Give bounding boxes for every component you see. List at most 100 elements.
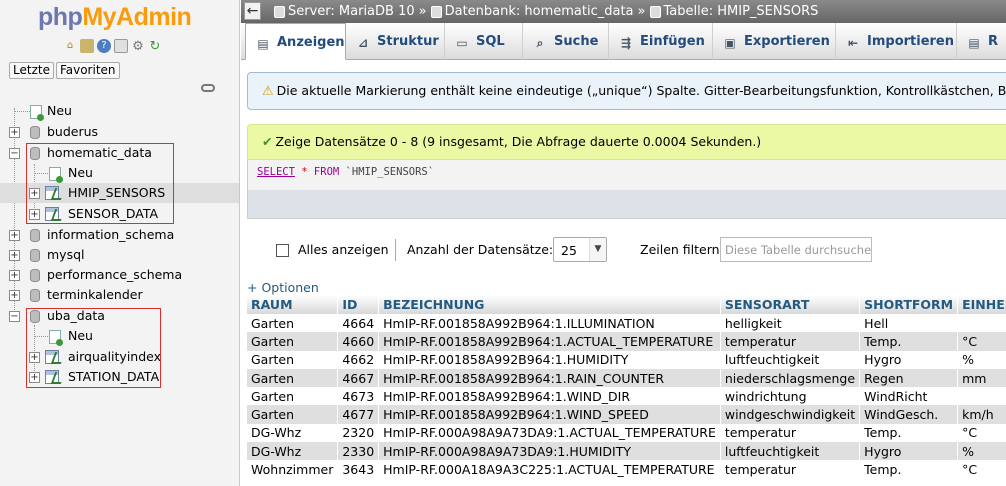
cell-einheit[interactable]: %: [957, 442, 1006, 461]
cell-einheit[interactable]: mm: [957, 368, 1006, 388]
cell-sensorart[interactable]: luftfeuchtigkeit: [720, 350, 861, 369]
cell-sensorart[interactable]: helligkeit: [720, 314, 861, 333]
cell-shortform[interactable]: Temp.: [859, 423, 959, 443]
tree-item-performance-schema[interactable]: + performance_schema: [0, 265, 239, 285]
home-icon[interactable]: ⌂: [63, 39, 77, 53]
cell-einheit[interactable]: °C: [957, 332, 1006, 351]
expand-icon[interactable]: +: [9, 250, 20, 261]
cell-sensorart[interactable]: windrichtung: [720, 387, 861, 406]
cell-shortform[interactable]: Hell: [859, 314, 959, 333]
column-header-shortform[interactable]: SHORTFORM: [859, 295, 959, 314]
tab-more[interactable]: ▤ R: [957, 23, 1006, 60]
show-all-checkbox[interactable]: [276, 244, 289, 257]
cell-raum[interactable]: Garten: [247, 387, 339, 406]
cell-shortform[interactable]: Temp.: [859, 332, 959, 351]
tab-importieren[interactable]: ⇤ Importieren: [836, 23, 957, 60]
cell-einheit[interactable]: °C: [957, 423, 1006, 443]
cell-shortform[interactable]: WindRicht: [859, 387, 959, 406]
collapse-icon[interactable]: −: [9, 148, 20, 159]
cell-bezeichnung[interactable]: HmIP-RF.001858A992B964:1.WIND_DIR: [378, 387, 721, 406]
cell-einheit[interactable]: °C: [957, 460, 1006, 479]
cell-bezeichnung[interactable]: HmIP-RF.001858A992B964:1.WIND_SPEED: [378, 405, 721, 424]
cell-einheit[interactable]: %: [957, 350, 1006, 369]
cell-einheit[interactable]: [957, 314, 1006, 333]
cell-bezeichnung[interactable]: HmIP-RF.001858A992B964:1.RAIN_COUNTER: [378, 368, 721, 388]
cell-id[interactable]: 2320: [337, 423, 380, 443]
cell-bezeichnung[interactable]: HmIP-RF.000A98A9A73DA9:1.HUMIDITY: [378, 442, 721, 461]
collapse-icon[interactable]: −: [9, 311, 20, 322]
tab-struktur[interactable]: ⊿ Struktur: [346, 23, 445, 60]
show-all-label[interactable]: Alles anzeigen: [298, 242, 389, 257]
tree-item-terminkalender[interactable]: + terminkalender: [0, 285, 239, 305]
back-arrow-icon[interactable]: ←: [244, 2, 261, 20]
logout-icon[interactable]: [80, 39, 94, 53]
cell-shortform[interactable]: Hygro: [859, 442, 959, 461]
cell-raum[interactable]: Garten: [247, 332, 339, 351]
column-header-sensorart[interactable]: SENSORART: [720, 295, 861, 314]
cell-einheit[interactable]: [957, 387, 1006, 406]
cell-raum[interactable]: DG-Whz: [247, 442, 339, 461]
cell-shortform[interactable]: Regen: [859, 368, 959, 388]
cell-sensorart[interactable]: temperatur: [720, 332, 861, 351]
tree-item-buderus[interactable]: + buderus: [0, 122, 239, 142]
column-header-bezeichnung[interactable]: BEZEICHNUNG: [378, 295, 721, 314]
expand-icon[interactable]: +: [9, 127, 20, 138]
column-header-id[interactable]: ID: [337, 295, 380, 314]
cell-id[interactable]: 4677: [337, 405, 380, 424]
column-header-raum[interactable]: RAUM: [247, 295, 339, 314]
cell-id[interactable]: 4660: [337, 332, 380, 351]
breadcrumb-table[interactable]: Tabelle: HMIP_SENSORS: [664, 4, 819, 19]
tree-item-new-database[interactable]: Neu: [0, 101, 239, 121]
filter-rows-input[interactable]: Diese Tabelle durchsuchen: [720, 237, 872, 262]
tree-item-information-schema[interactable]: + information_schema: [0, 225, 239, 245]
tab-sql[interactable]: ▭ SQL: [445, 23, 523, 60]
cell-sensorart[interactable]: windgeschwindigkeit: [720, 405, 861, 424]
favorites-tab[interactable]: Favoriten: [55, 62, 120, 79]
cell-bezeichnung[interactable]: HmIP-RF.000A18A9A3C225:1.ACTUAL_TEMPERAT…: [378, 460, 721, 479]
reload-icon[interactable]: ↻: [148, 39, 162, 53]
cell-bezeichnung[interactable]: HmIP-RF.001858A992B964:1.ILLUMINATION: [378, 314, 721, 333]
cell-raum[interactable]: Wohnzimmer: [247, 460, 339, 479]
documentation-icon[interactable]: [114, 39, 128, 53]
cell-id[interactable]: 4664: [337, 314, 380, 333]
expand-icon[interactable]: +: [9, 270, 20, 281]
link-with-main-panel-icon[interactable]: [201, 84, 215, 92]
cell-raum[interactable]: Garten: [247, 405, 339, 424]
column-header-einheit[interactable]: EINHEIT: [957, 295, 1006, 314]
cell-raum[interactable]: Garten: [247, 314, 339, 333]
rows-count-select[interactable]: 25 ▼: [553, 237, 607, 262]
expand-icon[interactable]: +: [9, 290, 20, 301]
cell-shortform[interactable]: Temp.: [859, 460, 959, 479]
phpmyadmin-logo[interactable]: phpMyAdmin: [38, 3, 192, 32]
cell-raum[interactable]: DG-Whz: [247, 423, 339, 443]
cell-sensorart[interactable]: luftfeuchtigkeit: [720, 442, 861, 461]
cell-id[interactable]: 3643: [337, 460, 380, 479]
expand-icon[interactable]: +: [9, 230, 20, 241]
sql-select-keyword[interactable]: SELECT: [257, 166, 295, 178]
cell-sensorart[interactable]: niederschlagsmenge: [720, 368, 861, 388]
tab-suche[interactable]: ⌕ Suche: [523, 23, 609, 60]
cell-shortform[interactable]: Hygro: [859, 350, 959, 369]
cell-raum[interactable]: Garten: [247, 368, 339, 388]
cell-sensorart[interactable]: temperatur: [720, 460, 861, 479]
cell-id[interactable]: 4667: [337, 368, 380, 388]
tree-item-mysql[interactable]: + mysql: [0, 245, 239, 265]
tab-anzeigen[interactable]: ▤ Anzeigen: [245, 23, 346, 60]
options-link[interactable]: + Optionen: [247, 280, 319, 295]
cell-sensorart[interactable]: temperatur: [720, 423, 861, 443]
cell-shortform[interactable]: WindGesch.: [859, 405, 959, 424]
recent-tab[interactable]: Letzte: [9, 62, 54, 79]
cell-id[interactable]: 2330: [337, 442, 380, 461]
breadcrumb-database[interactable]: Datenbank: homematic_data: [445, 4, 634, 19]
cell-bezeichnung[interactable]: HmIP-RF.001858A992B964:1.HUMIDITY: [378, 350, 721, 369]
cell-id[interactable]: 4673: [337, 387, 380, 406]
tab-einfuegen[interactable]: ⇶ Einfügen: [609, 23, 713, 60]
help-icon[interactable]: ?: [97, 39, 111, 53]
tab-exportieren[interactable]: ▣ Exportieren: [713, 23, 836, 60]
breadcrumb-server[interactable]: Server: MariaDB 10: [288, 4, 415, 19]
cell-einheit[interactable]: km/h: [957, 405, 1006, 424]
cell-bezeichnung[interactable]: HmIP-RF.000A98A9A73DA9:1.ACTUAL_TEMPERAT…: [378, 423, 721, 443]
cell-bezeichnung[interactable]: HmIP-RF.001858A992B964:1.ACTUAL_TEMPERAT…: [378, 332, 721, 351]
cell-id[interactable]: 4662: [337, 350, 380, 369]
cell-raum[interactable]: Garten: [247, 350, 339, 369]
